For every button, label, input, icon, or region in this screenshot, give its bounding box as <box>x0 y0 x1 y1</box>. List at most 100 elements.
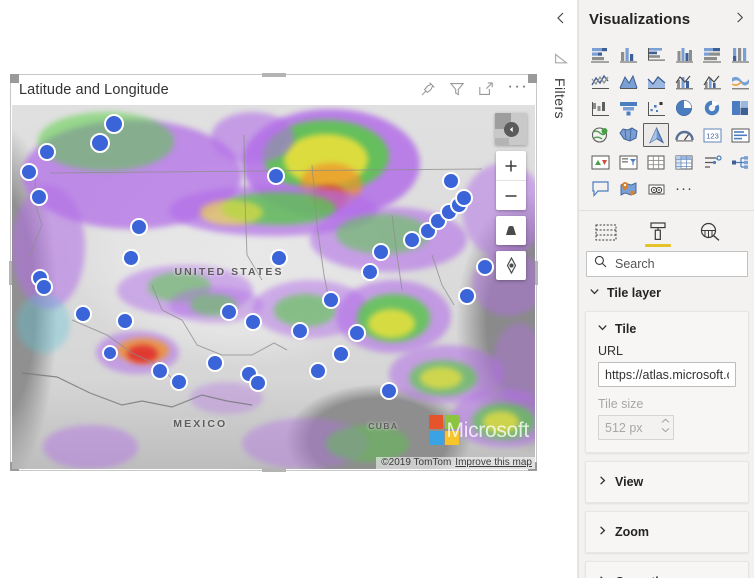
more-options-icon[interactable]: ··· <box>507 77 528 97</box>
zoom-in-button[interactable] <box>496 151 526 180</box>
map-bubble[interactable] <box>74 304 93 323</box>
rotate-control[interactable] <box>496 251 526 280</box>
tile-card-header[interactable]: Tile <box>586 312 748 344</box>
improve-this-map-link[interactable]: Improve this map <box>455 457 532 468</box>
filters-pane-rail[interactable]: Filters <box>545 0 578 578</box>
map-bubble[interactable] <box>348 323 367 342</box>
map-bubble[interactable] <box>121 248 140 267</box>
pitch-icon[interactable] <box>496 216 526 245</box>
viz-slicer-icon[interactable] <box>615 150 641 174</box>
map-bubble[interactable] <box>267 166 286 185</box>
viz-arcgis-map-icon[interactable] <box>615 177 641 201</box>
zoom-card[interactable]: Zoom <box>585 511 749 553</box>
resize-handle-top-center[interactable] <box>261 73 286 77</box>
viz-clustered-column-chart-icon[interactable] <box>671 42 697 66</box>
zoom-card-header[interactable]: Zoom <box>586 512 748 552</box>
viz-more-visuals-icon[interactable]: ··· <box>671 177 697 201</box>
viz-treemap-icon[interactable] <box>727 96 753 120</box>
section-tile-layer-label: Tile layer <box>607 286 661 300</box>
viz-donut-chart-icon[interactable] <box>699 96 725 120</box>
visualizations-pane[interactable]: Visualizations 123 ··· Search Tile layer… <box>578 0 754 578</box>
url-input[interactable] <box>598 362 736 387</box>
search-box[interactable] <box>586 251 748 277</box>
map-bubble[interactable] <box>89 133 110 154</box>
viz-python-visual-icon[interactable] <box>643 177 669 201</box>
fields-tab[interactable] <box>593 224 619 247</box>
map-bubble[interactable] <box>151 361 169 380</box>
tile-card[interactable]: Tile URL Tile size <box>585 311 749 453</box>
map-bubble[interactable] <box>19 163 38 182</box>
viz-matrix-icon[interactable] <box>671 150 697 174</box>
map-bubble[interactable] <box>37 143 56 162</box>
viz-clustered-bar-chart-icon[interactable] <box>643 42 669 66</box>
map-bubble[interactable] <box>102 344 119 361</box>
map-bubble[interactable] <box>308 361 327 380</box>
url-label: URL <box>598 344 624 358</box>
compass-control[interactable] <box>495 113 527 145</box>
operations-card[interactable]: Operations <box>585 561 749 578</box>
map-bubble[interactable] <box>379 381 398 400</box>
viz-line-chart-icon[interactable] <box>587 69 613 93</box>
map-bubble[interactable] <box>103 113 124 134</box>
analytics-tab[interactable] <box>697 222 723 247</box>
viz-gauge-icon[interactable] <box>671 123 697 147</box>
resize-handle-top-right[interactable] <box>528 74 537 83</box>
viz-map-icon[interactable] <box>587 123 613 147</box>
map-bubble[interactable] <box>290 321 309 340</box>
viz-area-chart-icon[interactable] <box>615 69 641 93</box>
viz-100-stacked-bar-chart-icon[interactable] <box>699 42 725 66</box>
filter-icon[interactable] <box>449 81 465 97</box>
azure-map[interactable]: UNITED STATES MEXICO CUBA Microsoft ©201… <box>12 105 535 469</box>
filters-collapse-chevron-left-icon[interactable] <box>554 11 568 25</box>
operations-card-header[interactable]: Operations <box>586 562 748 578</box>
format-tab[interactable] <box>645 222 671 247</box>
view-card[interactable]: View <box>585 461 749 503</box>
map-bubble[interactable] <box>269 248 288 267</box>
compass-arrow-icon <box>503 121 519 137</box>
viz-line-and-stacked-column-chart-icon[interactable] <box>671 69 697 93</box>
map-bubble[interactable] <box>322 290 341 309</box>
viz-filled-map-icon[interactable] <box>615 123 641 147</box>
visualization-type-grid[interactable]: 123 ··· <box>579 38 754 207</box>
viz-line-and-clustered-column-chart-icon[interactable] <box>699 69 725 93</box>
viz-r-script-visual-icon[interactable] <box>699 150 725 174</box>
search-input[interactable] <box>613 256 740 272</box>
chevron-right-icon <box>597 523 608 541</box>
rotate-icon[interactable] <box>496 251 526 280</box>
filter-funnel-icon[interactable] <box>553 52 569 68</box>
pitch-control[interactable] <box>496 216 526 245</box>
focus-mode-icon[interactable] <box>478 81 494 97</box>
format-pane-tabs[interactable] <box>579 211 754 247</box>
visualizations-expand-chevron-right-icon[interactable] <box>733 11 746 24</box>
viz-kpi-icon[interactable] <box>587 150 613 174</box>
viz-card-icon[interactable]: 123 <box>699 123 725 147</box>
viz-pie-chart-icon[interactable] <box>671 96 697 120</box>
viz-azure-map-icon[interactable] <box>643 123 669 147</box>
pin-icon[interactable] <box>420 81 436 97</box>
viz-waterfall-chart-icon[interactable] <box>587 96 613 120</box>
map-visual-container[interactable]: Latitude and Longitude ··· UNITED STATES… <box>9 73 538 472</box>
viz-stacked-column-chart-icon[interactable] <box>615 42 641 66</box>
viz-table-icon[interactable] <box>643 150 669 174</box>
viz-key-influencers-icon[interactable] <box>727 150 753 174</box>
viz-multi-row-card-icon[interactable] <box>727 123 753 147</box>
zoom-out-button[interactable] <box>496 180 526 210</box>
viz-100-stacked-column-chart-icon[interactable] <box>727 42 753 66</box>
section-tile-layer[interactable]: Tile layer <box>579 277 754 307</box>
viz-funnel-chart-icon[interactable] <box>615 96 641 120</box>
viz-stacked-area-chart-icon[interactable] <box>643 69 669 93</box>
filters-pane-label[interactable]: Filters <box>552 78 568 119</box>
map-bubble[interactable] <box>458 287 476 306</box>
map-bubble[interactable] <box>243 312 262 331</box>
viz-scatter-chart-icon[interactable] <box>643 96 669 120</box>
view-card-header[interactable]: View <box>586 462 748 502</box>
viz-stacked-bar-chart-icon[interactable] <box>587 42 613 66</box>
report-canvas[interactable]: Latitude and Longitude ··· UNITED STATES… <box>0 0 545 578</box>
tile-size-stepper[interactable] <box>598 415 674 440</box>
stepper-arrows[interactable] <box>661 418 670 433</box>
viz-ribbon-chart-icon[interactable] <box>727 69 753 93</box>
map-bubble[interactable] <box>371 243 390 262</box>
viz-qna-icon[interactable] <box>587 177 613 201</box>
resize-handle-top-left[interactable] <box>10 74 19 83</box>
map-bubble[interactable] <box>170 372 189 391</box>
